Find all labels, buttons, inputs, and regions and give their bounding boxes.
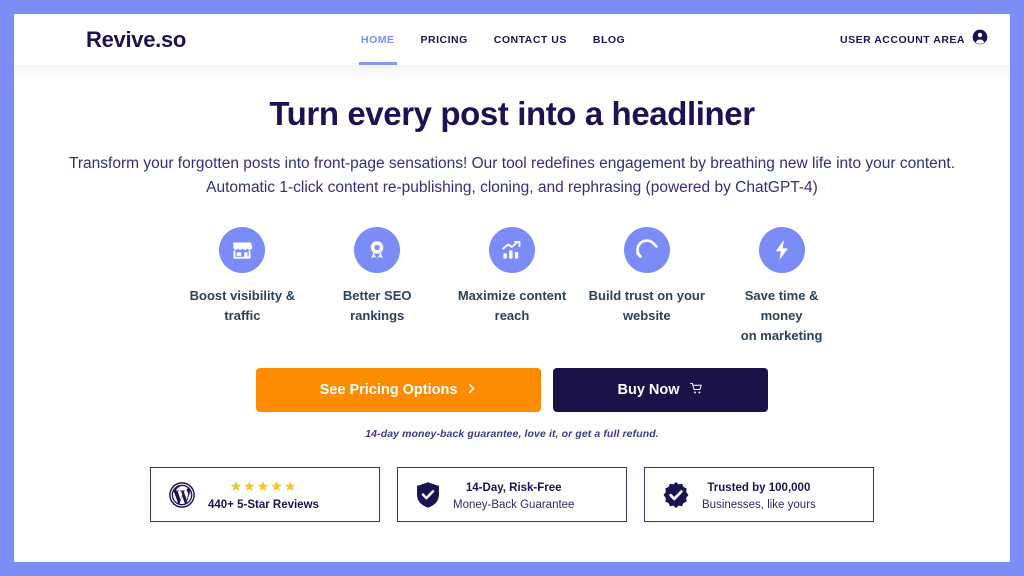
feature-label: Build trust on your website	[588, 287, 705, 323]
hero-subheading-line-2: Automatic 1-click content re-publishing,…	[206, 178, 818, 196]
shopping-cart-icon	[689, 381, 704, 400]
nav-item-blog[interactable]: BLOG	[593, 14, 625, 65]
cta-button-row: See Pricing Options Buy Now	[14, 368, 1010, 413]
hero-section: Turn every post into a headliner Transfo…	[14, 81, 1010, 523]
chevron-right-icon	[466, 382, 477, 398]
site-header: Revive.so HOME PRICING CONTACT US BLOG U…	[14, 14, 1010, 65]
feature-item-build-trust: Build trust on your website	[588, 226, 705, 346]
feature-list: Boost visibility & traffic Better SEO ra…	[14, 226, 1010, 346]
award-medal-icon	[354, 226, 401, 273]
nav-item-contact-us[interactable]: CONTACT US	[494, 14, 567, 65]
trust-badge-trusted-by: Trusted by 100,000 Businesses, like your…	[644, 467, 874, 523]
bar-chart-growth-icon	[488, 226, 535, 273]
trust-badge-row: ★★★★★ 440+ 5-Star Reviews 14-Day, Risk-F…	[14, 467, 1010, 523]
trust-badge-money-back: 14-Day, Risk-Free Money-Back Guarantee	[397, 467, 627, 523]
verified-badge-icon	[662, 481, 690, 509]
storefront-icon	[219, 226, 266, 273]
trust-badge-title: 440+ 5-Star Reviews	[208, 498, 319, 511]
hero-subheading: Transform your forgotten posts into fron…	[14, 152, 1010, 199]
see-pricing-options-label: See Pricing Options	[319, 382, 458, 399]
trust-badge-text: ★★★★★ 440+ 5-Star Reviews	[208, 476, 319, 513]
user-account-area-label: USER ACCOUNT AREA	[840, 33, 965, 46]
buy-now-button[interactable]: Buy Now	[553, 368, 768, 413]
nav-item-home[interactable]: HOME	[359, 14, 397, 65]
feature-label: Maximize content reach	[457, 287, 567, 323]
feature-item-save-time-money: Save time & money on marketing	[723, 226, 840, 346]
wordpress-logo-icon	[168, 481, 196, 509]
trust-badge-text: Trusted by 100,000 Businesses, like your…	[702, 476, 816, 513]
feature-label: Save time & money on marketing	[740, 287, 823, 344]
landing-page: Revive.so HOME PRICING CONTACT US BLOG U…	[14, 14, 1010, 562]
lightning-bolt-icon	[758, 226, 805, 273]
trust-badge-title: Trusted by 100,000	[707, 482, 811, 495]
header-divider-shadow	[14, 65, 1010, 81]
trust-badge-text: 14-Day, Risk-Free Money-Back Guarantee	[453, 476, 574, 513]
nav-item-pricing[interactable]: PRICING	[421, 14, 468, 65]
buy-now-label: Buy Now	[617, 382, 680, 399]
main-navigation: HOME PRICING CONTACT US BLOG	[359, 14, 625, 65]
money-back-guarantee-note: 14-day money-back guarantee, love it, or…	[365, 428, 659, 441]
shield-check-icon	[415, 481, 441, 509]
user-account-area-link[interactable]: USER ACCOUNT AREA	[840, 29, 988, 50]
see-pricing-options-button[interactable]: See Pricing Options	[256, 368, 541, 413]
trust-badge-title: 14-Day, Risk-Free	[465, 482, 562, 495]
feature-item-boost-visibility: Boost visibility & traffic	[184, 226, 301, 346]
feature-item-maximize-reach: Maximize content reach	[454, 226, 571, 346]
star-rating-icons: ★★★★★	[229, 478, 298, 495]
feature-label: Boost visibility & traffic	[189, 287, 296, 323]
hero-subheading-line-1: Transform your forgotten posts into fron…	[68, 155, 955, 173]
feature-item-better-seo: Better SEO rankings	[319, 226, 436, 346]
magnet-icon	[623, 226, 670, 273]
feature-label: Better SEO rankings	[342, 287, 412, 323]
trust-badge-reviews: ★★★★★ 440+ 5-Star Reviews	[150, 467, 380, 523]
user-circle-icon	[972, 29, 988, 50]
trust-badge-subtitle: Money-Back Guarantee	[453, 498, 575, 511]
trust-badge-subtitle: Businesses, like yours	[702, 498, 816, 511]
site-logo[interactable]: Revive.so	[86, 27, 186, 53]
page-title: Turn every post into a headliner	[269, 95, 755, 132]
